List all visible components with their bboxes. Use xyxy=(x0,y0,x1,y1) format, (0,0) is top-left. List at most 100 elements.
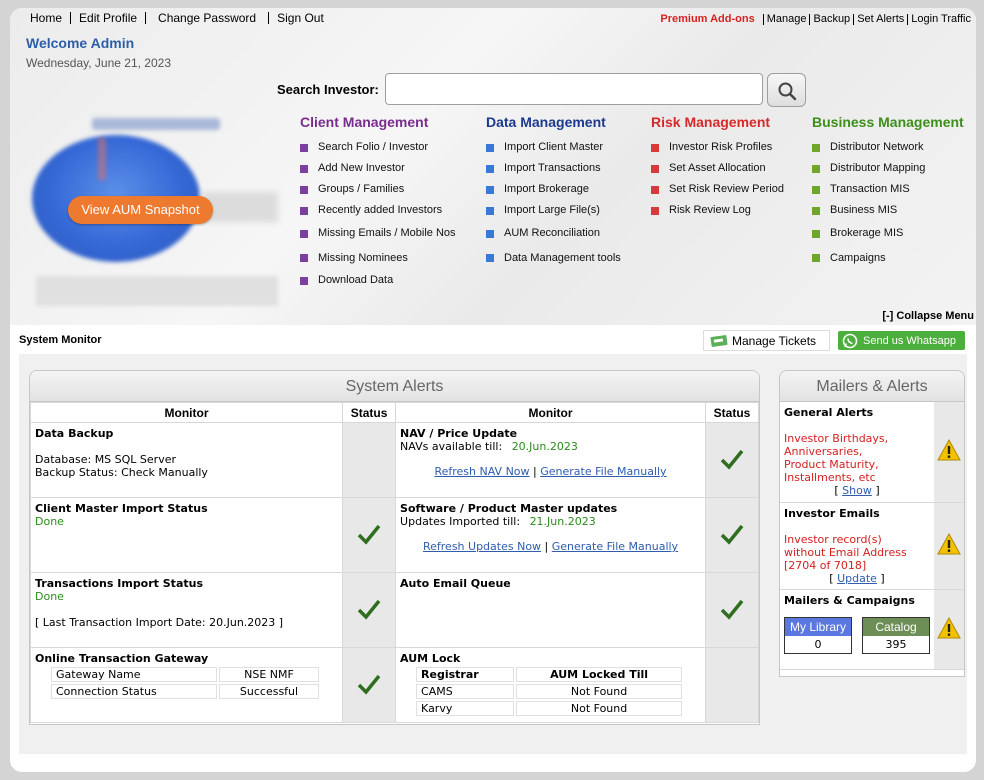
status-cell xyxy=(342,572,397,648)
bullet-icon xyxy=(486,206,494,215)
transactions-state: Done xyxy=(35,590,64,603)
system-alerts-title: System Alerts xyxy=(30,371,759,402)
nav-set-alerts-link[interactable]: Set Alerts xyxy=(853,14,907,25)
warning-cell xyxy=(934,402,964,503)
table-row: Mailers & Campaigns My Library 0 Catalog 3… xyxy=(780,589,964,670)
status-header: Status xyxy=(705,402,759,423)
bullet-icon xyxy=(812,229,820,238)
search-button[interactable] xyxy=(767,73,806,107)
status-header: Status xyxy=(342,402,397,423)
nav-date: 20.Jun.2023 xyxy=(511,440,578,453)
menu-item[interactable]: Import Client Master xyxy=(486,137,621,158)
table-row: Investor Emails Investor record(s) witho… xyxy=(780,502,964,590)
menu-item[interactable]: Set Asset Allocation xyxy=(651,158,784,179)
system-monitor-heading: System Monitor xyxy=(19,334,102,346)
nav-price-cell: NAV / Price Update NAVs available till: … xyxy=(395,422,706,498)
bullet-icon xyxy=(300,276,308,285)
refresh-updates-link[interactable]: Refresh Updates Now xyxy=(423,540,541,553)
system-alerts-panel: System Alerts Monitor Status Monitor Sta… xyxy=(29,370,760,725)
general-alerts-title: General Alerts xyxy=(784,406,874,419)
search-investor-input[interactable] xyxy=(385,73,763,105)
nav-edit-profile-link[interactable]: Edit Profile xyxy=(71,12,147,24)
premium-addons-link[interactable]: Premium Add-ons xyxy=(657,14,762,25)
welcome-text: Welcome Admin xyxy=(26,35,135,51)
checkmark-icon xyxy=(720,524,744,545)
menu-item[interactable]: Import Large File(s) xyxy=(486,200,621,221)
warning-icon xyxy=(937,439,961,461)
menu-item[interactable]: Campaigns xyxy=(812,246,964,270)
main-card: Home Edit Profile Change Password Sign O… xyxy=(10,8,976,772)
show-alerts-link[interactable]: Show xyxy=(842,484,872,497)
bullet-icon xyxy=(812,164,820,173)
menu-item[interactable]: AUM Reconciliation xyxy=(486,221,621,246)
menu-item[interactable]: Distributor Mapping xyxy=(812,158,964,179)
bullet-icon xyxy=(300,164,308,173)
update-emails-link[interactable]: Update xyxy=(837,572,877,585)
checkmark-icon xyxy=(357,599,381,620)
navs-available-label: NAVs available till: xyxy=(400,440,503,453)
table-row: Data Backup Database: MS SQL Server Back… xyxy=(30,422,759,498)
catalog-box[interactable]: Catalog 395 xyxy=(862,616,930,654)
menu-item[interactable]: Import Transactions xyxy=(486,158,621,179)
menu-item[interactable]: Risk Review Log xyxy=(651,200,784,221)
collapse-menu-link[interactable]: [-] Collapse Menu xyxy=(882,310,974,322)
aum-lock-title: AUM Lock xyxy=(400,652,461,665)
gateway-name-label: Gateway Name xyxy=(51,667,217,682)
menu-item[interactable]: Search Folio / Investor xyxy=(300,137,456,158)
aum-lock-cell: AUM Lock Registrar AUM Locked Till CAMS No… xyxy=(395,647,706,723)
menu-item[interactable]: Data Management tools xyxy=(486,246,621,270)
my-library-box[interactable]: My Library 0 xyxy=(784,616,852,654)
nav-backup-link[interactable]: Backup xyxy=(809,14,853,25)
last-transaction-date: [ Last Transaction Import Date: 20.Jun.2… xyxy=(35,616,284,629)
karvy-lock-value: Not Found xyxy=(516,701,683,716)
menu-item[interactable]: Groups / Families xyxy=(300,179,456,200)
software-date: 21.Jun.2023 xyxy=(529,515,596,528)
menu-item[interactable]: Add New Investor xyxy=(300,158,456,179)
transactions-title: Transactions Import Status xyxy=(35,577,203,590)
auto-email-cell: Auto Email Queue xyxy=(395,572,706,648)
gateway-cell: Online Transaction Gateway Gateway Name N… xyxy=(30,647,344,723)
manage-tickets-button[interactable]: Manage Tickets xyxy=(703,330,830,351)
bullet-icon xyxy=(812,185,820,194)
table-row: General Alerts Investor Birthdays, Anniv… xyxy=(780,402,964,503)
right-nav: Premium Add-ons Manage Backup Set Alerts… xyxy=(657,14,974,25)
bullet-icon xyxy=(812,254,820,262)
mailers-table: General Alerts Investor Birthdays, Anniv… xyxy=(780,402,964,670)
menu-item[interactable]: Business MIS xyxy=(812,200,964,221)
menu-item[interactable]: Transaction MIS xyxy=(812,179,964,200)
generate-file-software-link[interactable]: Generate File Manually xyxy=(552,540,678,553)
general-alerts-text: Investor Birthdays, Anniversaries, Produ… xyxy=(784,432,889,484)
generate-file-nav-link[interactable]: Generate File Manually xyxy=(540,465,666,478)
menu-item[interactable]: Download Data xyxy=(300,270,456,291)
menu-item[interactable]: Brokerage MIS xyxy=(812,221,964,246)
nav-home-link[interactable]: Home xyxy=(10,12,72,24)
status-cell xyxy=(342,497,397,573)
menu-item[interactable]: Import Brokerage xyxy=(486,179,621,200)
menu-item[interactable]: Missing Nominees xyxy=(300,246,456,270)
mailers-alerts-title: Mailers & Alerts xyxy=(780,371,964,402)
menu-item[interactable]: Missing Emails / Mobile Nos xyxy=(300,221,456,246)
bullet-icon xyxy=(812,206,820,215)
bullet-icon xyxy=(812,143,820,152)
refresh-nav-link[interactable]: Refresh NAV Now xyxy=(434,465,529,478)
bullet-icon xyxy=(486,164,494,173)
nav-change-password-link[interactable]: Change Password xyxy=(146,12,270,24)
data-backup-title: Data Backup xyxy=(35,427,114,440)
menu-item[interactable]: Investor Risk Profiles xyxy=(651,137,784,158)
menu-item[interactable]: Set Risk Review Period xyxy=(651,179,784,200)
business-management-title: Business Management xyxy=(812,114,964,130)
menu-item[interactable]: Recently added Investors xyxy=(300,200,456,221)
client-master-state: Done xyxy=(35,515,64,528)
nav-manage-link[interactable]: Manage xyxy=(762,14,810,25)
whatsapp-button[interactable]: Send us Whatsapp xyxy=(838,331,965,350)
cams-lock-value: Not Found xyxy=(516,684,683,699)
search-label: Search Investor: xyxy=(277,82,379,97)
menu-item[interactable]: Distributor Network xyxy=(812,137,964,158)
nav-sign-out-link[interactable]: Sign Out xyxy=(269,12,332,24)
status-cell xyxy=(342,647,397,723)
current-date: Wednesday, June 21, 2023 xyxy=(26,56,171,70)
nav-login-traffic-link[interactable]: Login Traffic xyxy=(907,14,974,25)
view-aum-snapshot-button[interactable]: View AUM Snapshot xyxy=(68,196,213,224)
status-cell xyxy=(705,647,759,723)
ticket-icon xyxy=(710,334,728,347)
